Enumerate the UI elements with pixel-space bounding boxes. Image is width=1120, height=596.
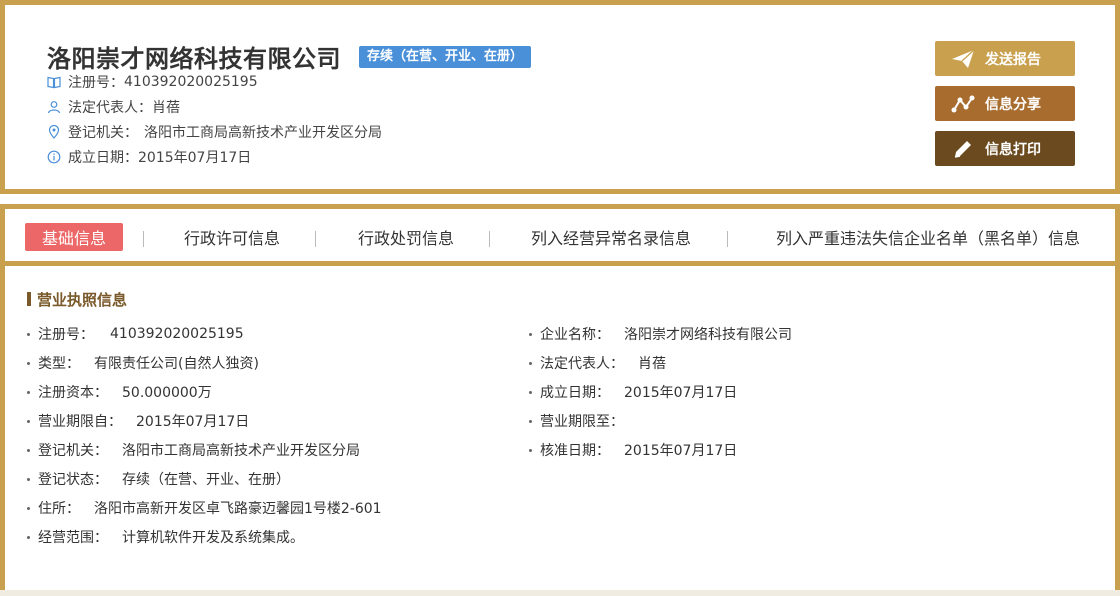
found-date-label: 成立日期：: [68, 150, 138, 166]
pencil-icon: [951, 139, 975, 159]
bullet-dot: [27, 332, 30, 336]
field-legal-rep: 法定代表人： 肖蓓: [529, 354, 666, 372]
info-tab-bar: 基础信息 行政许可信息 行政处罚信息 列入经营异常名录信息 列入严重违法失信企业…: [0, 204, 1120, 266]
field-label: 住所：: [38, 501, 80, 517]
tab-admin-license[interactable]: 行政许可信息: [165, 223, 299, 251]
field-value: 洛阳崇才网络科技有限公司: [624, 327, 792, 343]
authority-label: 登记机关：: [68, 125, 138, 141]
authority-line: 登记机关： 洛阳市工商局高新技术产业开发区分局: [47, 122, 382, 142]
bullet-dot: [27, 535, 30, 539]
section-title-text: 营业执照信息: [37, 290, 128, 309]
field-label: 法定代表人：: [540, 356, 624, 372]
bullet-dot: [27, 448, 30, 452]
bullet-dot: [529, 332, 532, 336]
field-value: 肖蓓: [638, 356, 666, 372]
reg-no-line: 注册号： 410392020025195: [47, 72, 258, 92]
found-date-line: 成立日期： 2015年07月17日: [47, 147, 251, 167]
field-label: 登记机关：: [38, 443, 108, 459]
field-business-scope: 经营范围： 计算机软件开发及系统集成。: [27, 528, 304, 546]
tab-blacklist[interactable]: 列入严重违法失信企业名单（黑名单）信息: [753, 223, 1103, 251]
company-header-card: 洛阳崇才网络科技有限公司 存续（在营、开业、在册） 注册号： 410392020…: [0, 0, 1120, 194]
bullet-dot: [27, 361, 30, 365]
book-icon: [47, 75, 61, 89]
field-label: 核准日期：: [540, 443, 610, 459]
field-label: 注册号：: [38, 327, 94, 343]
bullet-dot: [27, 419, 30, 423]
field-label: 注册资本：: [38, 385, 108, 401]
license-info-panel: 营业执照信息 注册号： 410392020025195 类型： 有限责任公司(自…: [0, 266, 1120, 596]
send-report-label: 发送报告: [985, 51, 1041, 68]
content-bottom-edge: [0, 590, 1120, 596]
reg-no-label: 注册号：: [68, 75, 124, 91]
legal-rep-label: 法定代表人：: [68, 100, 152, 116]
tab-divider: [489, 231, 490, 247]
send-report-button[interactable]: 发送报告: [935, 41, 1075, 76]
company-name: 洛阳崇才网络科技有限公司: [47, 45, 341, 73]
field-type: 类型： 有限责任公司(自然人独资): [27, 354, 259, 372]
field-value: 2015年07月17日: [624, 385, 738, 401]
field-reg-no: 注册号： 410392020025195: [27, 325, 244, 343]
bullet-dot: [27, 506, 30, 510]
tab-divider: [143, 231, 144, 247]
location-pin-icon: [47, 125, 61, 139]
field-term-to: 营业期限至：: [529, 412, 638, 430]
field-reg-status: 登记状态： 存续（在营、开业、在册）: [27, 470, 290, 488]
tab-basic-info[interactable]: 基础信息: [25, 223, 123, 251]
field-label: 营业期限至：: [540, 414, 624, 430]
field-value: 2015年07月17日: [624, 443, 738, 459]
person-icon: [47, 100, 61, 114]
field-term-from: 营业期限自： 2015年07月17日: [27, 412, 249, 430]
section-title-bar: [27, 292, 31, 306]
reg-no-value: 410392020025195: [124, 74, 258, 90]
paper-plane-icon: [951, 49, 975, 69]
field-found-date: 成立日期： 2015年07月17日: [529, 383, 737, 401]
field-label: 企业名称：: [540, 327, 610, 343]
tab-divider: [727, 231, 728, 247]
field-address: 住所： 洛阳市高新开发区卓飞路豪迈馨园1号楼2-601: [27, 499, 382, 517]
bullet-dot: [27, 390, 30, 394]
field-value: 有限责任公司(自然人独资): [94, 356, 259, 372]
authority-value: 洛阳市工商局高新技术产业开发区分局: [144, 125, 382, 141]
field-value: 50.000000万: [122, 385, 212, 401]
print-info-button[interactable]: 信息打印: [935, 131, 1075, 166]
field-capital: 注册资本： 50.000000万: [27, 383, 212, 401]
tab-divider: [315, 231, 316, 247]
field-company-name: 企业名称： 洛阳崇才网络科技有限公司: [529, 325, 792, 343]
bullet-dot: [529, 361, 532, 365]
tab-abnormal-list[interactable]: 列入经营异常名录信息: [513, 223, 709, 251]
bullet-dot: [529, 419, 532, 423]
field-label: 登记状态：: [38, 472, 108, 488]
field-value: 2015年07月17日: [136, 414, 250, 430]
field-value: 洛阳市高新开发区卓飞路豪迈馨园1号楼2-601: [94, 501, 382, 517]
legal-rep-line: 法定代表人： 肖蓓: [47, 97, 180, 117]
field-label: 营业期限自：: [38, 414, 122, 430]
company-title-row: 洛阳崇才网络科技有限公司 存续（在营、开业、在册）: [47, 39, 532, 74]
print-info-label: 信息打印: [985, 141, 1041, 158]
tab-admin-penalty[interactable]: 行政处罚信息: [339, 223, 473, 251]
bullet-dot: [529, 448, 532, 452]
section-title: 营业执照信息: [27, 290, 128, 309]
share-info-label: 信息分享: [985, 96, 1041, 113]
found-date-value: 2015年07月17日: [138, 150, 252, 166]
field-value: 洛阳市工商局高新技术产业开发区分局: [122, 443, 360, 459]
field-approval-date: 核准日期： 2015年07月17日: [529, 441, 737, 459]
field-value: 410392020025195: [110, 326, 244, 342]
field-label: 类型：: [38, 356, 80, 372]
field-label: 经营范围：: [38, 530, 108, 546]
share-nodes-icon: [951, 94, 975, 114]
bullet-dot: [27, 477, 30, 481]
info-icon: [47, 150, 61, 164]
bullet-dot: [529, 390, 532, 394]
field-authority: 登记机关： 洛阳市工商局高新技术产业开发区分局: [27, 441, 360, 459]
field-value: 存续（在营、开业、在册）: [122, 472, 290, 488]
field-label: 成立日期：: [540, 385, 610, 401]
field-value: 计算机软件开发及系统集成。: [122, 530, 304, 546]
legal-rep-value: 肖蓓: [152, 100, 180, 116]
share-info-button[interactable]: 信息分享: [935, 86, 1075, 121]
status-badge: 存续（在营、开业、在册）: [359, 45, 532, 68]
